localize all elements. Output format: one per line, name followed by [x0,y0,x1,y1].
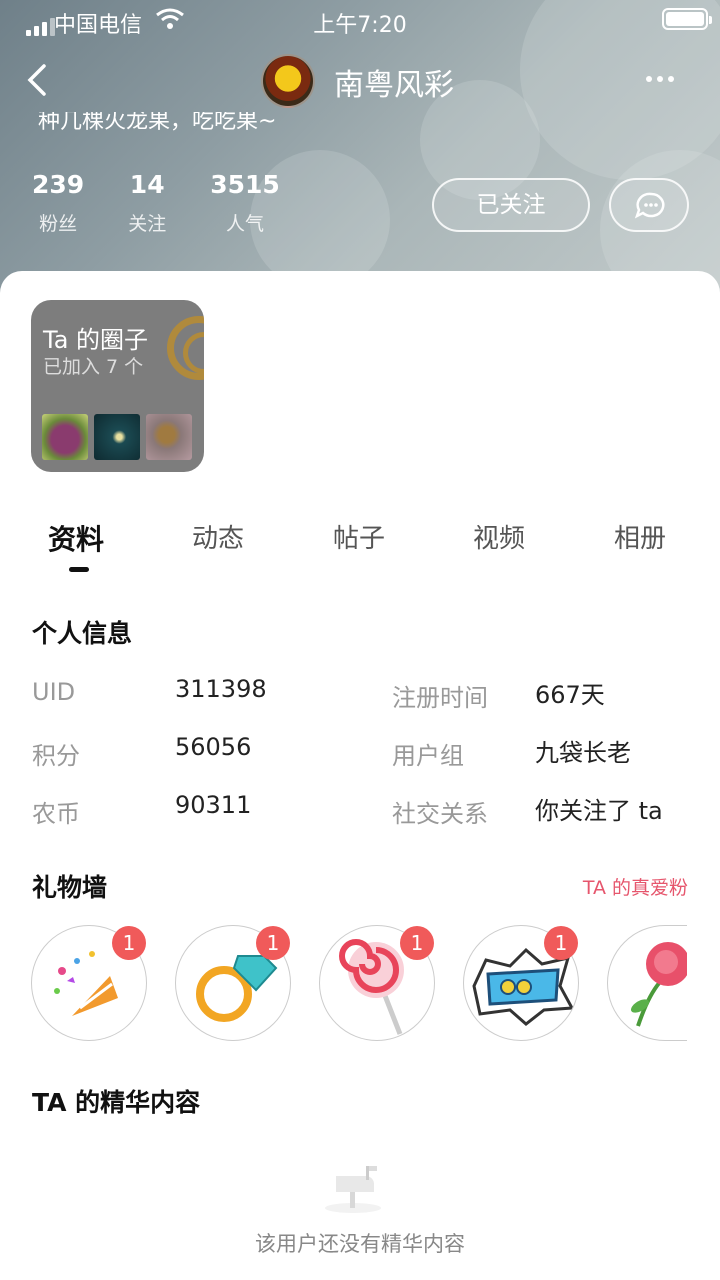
profile-tabs: 资料 动态 帖子 视频 相册 [0,518,720,558]
personal-info-title: 个人信息 [32,619,133,648]
chat-bubble-icon [634,192,665,219]
message-button[interactable] [609,178,689,232]
info-label-group: 用户组 [392,742,464,770]
tab-indicator [69,567,89,572]
avatar[interactable] [261,54,315,108]
stat-popularity: 3515 人气 [210,170,280,235]
info-value-coins: 90311 [175,791,252,819]
true-fans-link[interactable]: TA 的真爱粉 [583,873,688,900]
info-label-coins: 农币 [32,800,80,828]
circles-title: Ta 的圈子 [43,326,149,354]
circles-card[interactable]: Ta 的圈子 已加入 7 个 [31,300,204,472]
tab-profile[interactable]: 资料 [48,518,104,558]
tab-activity[interactable]: 动态 [192,518,244,555]
info-value-uid: 311398 [175,675,267,703]
user-nickname: 南粤风彩 [334,68,454,103]
info-value-relation: 你关注了 ta [535,797,663,825]
battery-icon [662,8,712,30]
stat-fans[interactable]: 239 粉丝 [32,170,84,236]
info-value-register: 667天 [535,681,605,709]
circle-thumb-bird [146,414,192,460]
info-label-register: 注册时间 [392,684,488,712]
gift-wall-title: 礼物墙 [32,873,108,902]
gift-count-badge: 1 [400,926,434,960]
tab-posts[interactable]: 帖子 [333,518,385,555]
status-bar: 中国电信 上午7:20 [0,0,720,40]
circles-count: 已加入 7 个 [43,356,144,378]
follow-button[interactable]: 已关注 [432,178,590,232]
stats-row: 239 粉丝 14 关注 3515 人气 [32,170,324,236]
empty-mailbox-icon [325,1166,381,1213]
essence-title: TA 的精华内容 [32,1088,201,1117]
profile-header: 中国电信 上午7:20 南粤风彩 种几棵火龙果，吃吃果~ 239 粉丝 14 关… [0,0,720,300]
circle-logo-icon [167,316,204,380]
more-options-icon[interactable] [646,76,674,82]
gift-count-badge: 1 [544,926,578,960]
tab-videos[interactable]: 视频 [473,518,525,555]
circle-thumb-grapes [42,414,88,460]
info-label-points: 积分 [32,742,80,770]
info-label-relation: 社交关系 [392,800,488,828]
gift-count-badge: 1 [256,926,290,960]
info-value-group: 九袋长老 [535,739,631,767]
tab-albums[interactable]: 相册 [614,518,666,555]
back-arrow-icon[interactable] [22,62,58,98]
user-signature: 种几棵火龙果，吃吃果~ [38,112,277,134]
circle-thumb-night [94,414,140,460]
gift-count-badge: 1 [112,926,146,960]
info-value-points: 56056 [175,733,252,761]
stat-following[interactable]: 14 关注 [128,170,166,236]
empty-essence-text: 该用户还没有精华内容 [255,1232,465,1256]
info-label-uid: UID [32,678,76,706]
clock: 上午7:20 [313,13,407,38]
